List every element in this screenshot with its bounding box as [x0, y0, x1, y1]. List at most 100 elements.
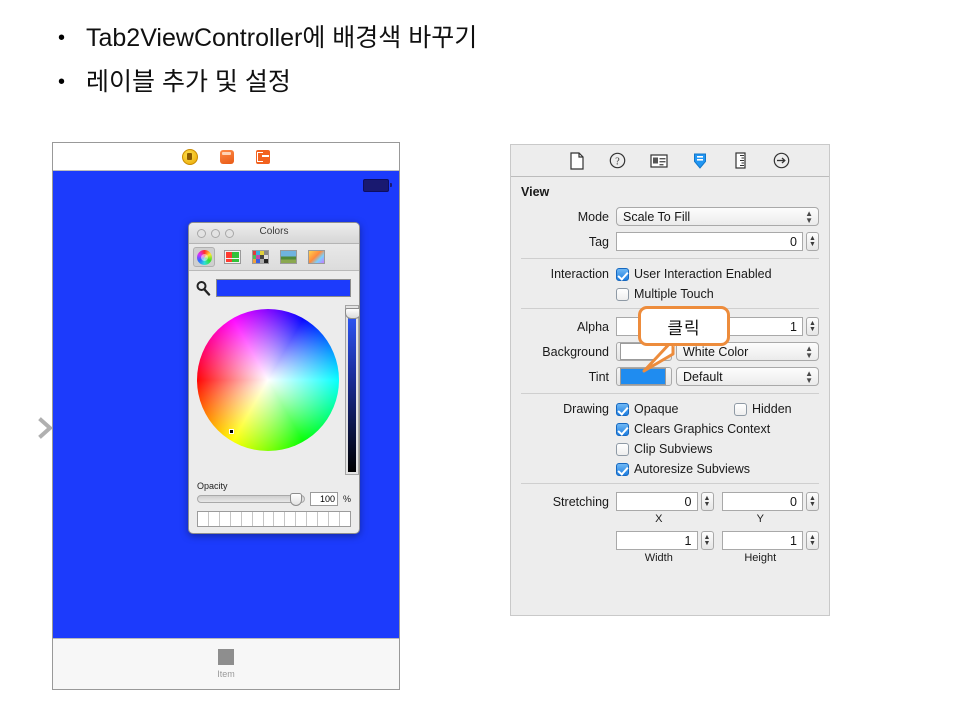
export-icon[interactable] [256, 150, 270, 164]
stretching-height-input[interactable]: 1 [722, 531, 804, 550]
autoresize-subviews-checkbox[interactable]: Autoresize Subviews [616, 462, 750, 476]
clip-subviews-checkbox[interactable]: Clip Subviews [616, 442, 713, 456]
mode-label: Mode [511, 210, 616, 224]
checkbox-icon[interactable] [616, 403, 629, 416]
checkbox-icon[interactable] [734, 403, 747, 416]
mode-value: Scale To Fill [623, 210, 690, 224]
file-inspector-icon[interactable] [568, 152, 586, 170]
checkbox-label: Clip Subviews [634, 442, 713, 456]
simulator-tabbar[interactable]: Item [53, 638, 399, 689]
stretching-y-caption: Y [718, 513, 804, 525]
color-wheel[interactable] [197, 309, 339, 451]
checkbox-icon[interactable] [616, 443, 629, 456]
opaque-checkbox[interactable]: Opaque [616, 402, 734, 416]
drawing-row-4: Autoresize Subviews [511, 462, 829, 476]
brightness-slider[interactable] [345, 305, 359, 475]
crayons-icon[interactable] [305, 247, 327, 267]
colors-panel-title: Colors [189, 226, 359, 237]
image-palettes-icon[interactable] [277, 247, 299, 267]
bullet-marker-icon: • [48, 20, 86, 56]
resize-handle-icon[interactable] [274, 526, 282, 531]
swatch-cell[interactable] [209, 512, 220, 526]
swatch-cell[interactable] [198, 512, 209, 526]
checkbox-label: Clears Graphics Context [634, 422, 770, 436]
swatch-cell[interactable] [242, 512, 253, 526]
package-icon[interactable] [220, 150, 234, 164]
identity-inspector-icon[interactable] [650, 152, 668, 170]
stretching-height-stepper[interactable]: ▲▼ [806, 531, 819, 550]
drawing-label: Drawing [511, 402, 616, 416]
swatch-cell[interactable] [318, 512, 329, 526]
colors-panel-toolbar[interactable] [189, 244, 359, 271]
stretching-width-stepper[interactable]: ▲▼ [701, 531, 714, 550]
stretching-x-caption: X [616, 513, 702, 525]
stretching-y-stepper[interactable]: ▲▼ [806, 492, 819, 511]
swatch-cell[interactable] [264, 512, 275, 526]
stretching-x-stepper[interactable]: ▲▼ [701, 492, 714, 511]
chevron-updown-icon: ▲▼ [805, 370, 813, 384]
alpha-stepper[interactable]: ▲▼ [806, 317, 819, 336]
swatch-cell[interactable] [220, 512, 231, 526]
stretching-x-input[interactable]: 0 [616, 492, 698, 511]
swatch-cell[interactable] [231, 512, 242, 526]
divider [521, 393, 819, 394]
multiple-touch-checkbox[interactable]: Multiple Touch [616, 287, 714, 301]
stretching-captions-wh: Width Height [511, 551, 829, 564]
stretching-y-input[interactable]: 0 [722, 492, 804, 511]
checkbox-label: User Interaction Enabled [634, 267, 772, 281]
opacity-knob[interactable] [290, 493, 302, 506]
checkbox-icon[interactable] [616, 288, 629, 301]
brightness-knob[interactable] [345, 308, 360, 319]
chevron-updown-icon: ▲▼ [805, 345, 813, 359]
background-label: Background [511, 345, 616, 359]
color-wheel-area[interactable] [189, 305, 359, 485]
color-swatch-row[interactable] [197, 511, 351, 527]
color-wheel-marker[interactable] [229, 429, 234, 434]
tag-stepper[interactable]: ▲▼ [806, 232, 819, 251]
magnifier-icon[interactable] [195, 280, 211, 296]
swatch-cell[interactable] [340, 512, 350, 526]
mode-row: Mode Scale To Fill ▲▼ [511, 207, 829, 226]
opacity-input[interactable]: 100 [310, 492, 338, 506]
opacity-control[interactable]: Opacity 100 % [189, 481, 359, 506]
stretching-height-caption: Height [718, 552, 804, 564]
color-wheel-icon[interactable] [193, 247, 215, 267]
stretching-captions-xy: X Y [511, 512, 829, 525]
attributes-inspector-icon[interactable] [691, 152, 709, 170]
stretching-width-input[interactable]: 1 [616, 531, 698, 550]
size-inspector-icon[interactable] [732, 152, 750, 170]
colors-panel-titlebar[interactable]: Colors [189, 223, 359, 244]
opacity-slider[interactable] [197, 495, 305, 503]
inspector-toolbar[interactable]: ? [511, 145, 829, 177]
quick-help-icon[interactable]: ? [609, 152, 627, 170]
current-color-swatch[interactable] [216, 279, 351, 297]
app-store-icon[interactable] [182, 149, 198, 165]
clears-graphics-context-checkbox[interactable]: Clears Graphics Context [616, 422, 770, 436]
swatch-cell[interactable] [274, 512, 285, 526]
hidden-checkbox[interactable]: Hidden [734, 402, 792, 416]
tint-color-select[interactable]: Default ▲▼ [676, 367, 819, 386]
swatch-cell[interactable] [253, 512, 264, 526]
callout-label: 클릭 [667, 314, 700, 339]
tag-input[interactable]: 0 [616, 232, 803, 251]
mode-select[interactable]: Scale To Fill ▲▼ [616, 207, 819, 226]
stretching-row-xy: Stretching 0 ▲▼ 0 ▲▼ [511, 492, 829, 511]
interaction-row-2: Multiple Touch [511, 287, 829, 301]
swatch-cell[interactable] [296, 512, 307, 526]
colors-panel[interactable]: Colors Opacity [188, 222, 360, 534]
swatch-cell[interactable] [307, 512, 318, 526]
user-interaction-enabled-checkbox[interactable]: User Interaction Enabled [616, 267, 772, 281]
checkbox-icon[interactable] [616, 423, 629, 436]
checkbox-icon[interactable] [616, 268, 629, 281]
attributes-inspector-panel[interactable]: ? View Mode Scale To Fill ▲▼ Tag 0 [510, 144, 830, 616]
color-palettes-icon[interactable] [249, 247, 271, 267]
swatch-cell[interactable] [329, 512, 340, 526]
color-sliders-icon[interactable] [221, 247, 243, 267]
svg-text:?: ? [615, 156, 620, 167]
section-title: View [511, 183, 829, 207]
stretching-label: Stretching [511, 495, 616, 509]
swatch-cell[interactable] [285, 512, 296, 526]
connections-inspector-icon[interactable] [773, 152, 791, 170]
brightness-track [348, 308, 356, 472]
checkbox-icon[interactable] [616, 463, 629, 476]
